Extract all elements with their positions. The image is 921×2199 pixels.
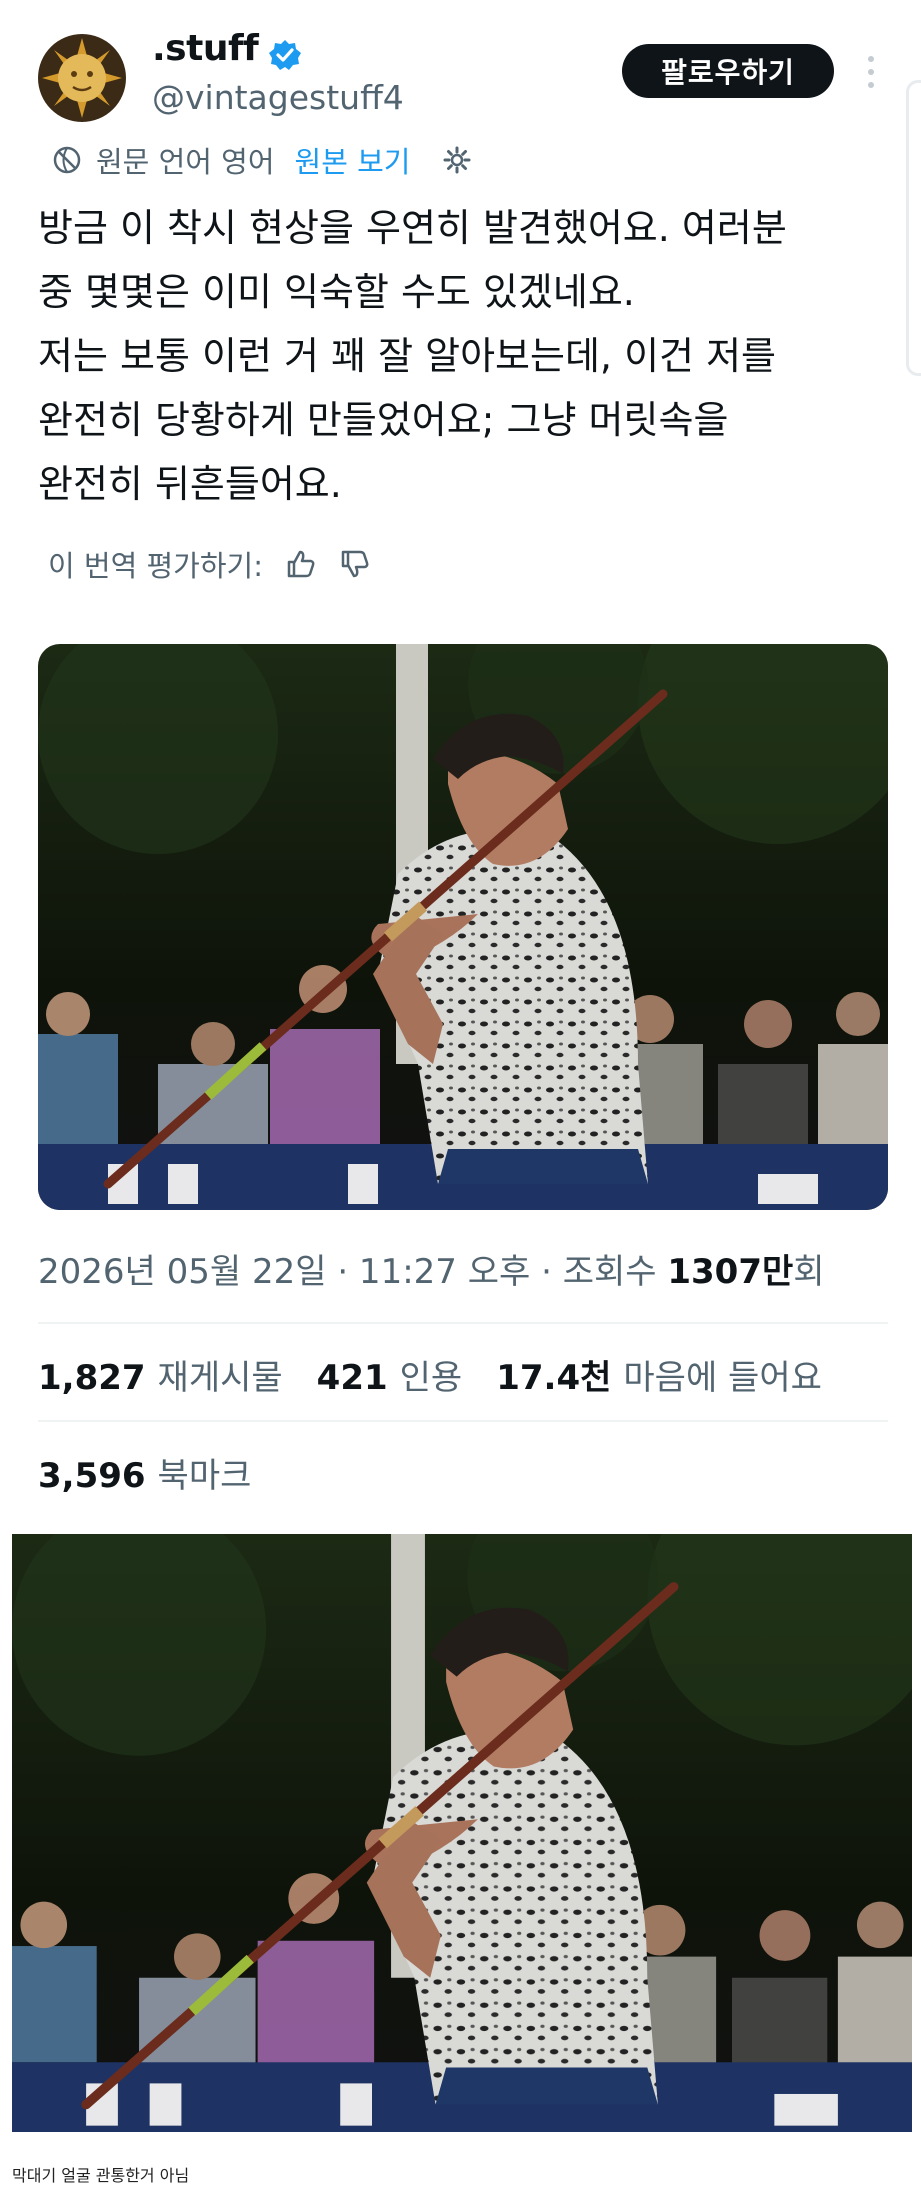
handle[interactable]: @vintagestuff4 (152, 78, 404, 117)
bookmarks-label: 북마크 (157, 1456, 252, 1496)
reposts-label: 재게시물 (157, 1358, 283, 1398)
scrollbar[interactable] (906, 80, 921, 376)
tweet-image[interactable] (38, 644, 888, 1210)
follow-button[interactable]: 팔로우하기 (622, 44, 834, 98)
attached-image (12, 1534, 912, 2132)
rate-translation-label: 이 번역 평가하기: (48, 549, 263, 583)
quotes-count: 421 (316, 1358, 388, 1398)
likes-label: 마음에 들어요 (623, 1358, 822, 1398)
bookmarks-count: 3,596 (38, 1456, 146, 1496)
avatar[interactable] (38, 34, 126, 122)
display-name[interactable]: .stuff (152, 28, 259, 69)
reposts-count: 1,827 (38, 1358, 146, 1398)
reposts-stat[interactable]: 1,827 재게시물 (38, 1350, 283, 1399)
engagement-stats: 1,827 재게시물 421 인용 17.4천 마음에 들어요 (38, 1350, 822, 1399)
show-original-link[interactable]: 원본 보기 (295, 139, 411, 181)
image-caption: 막대기 얼굴 관통한거 아님 (12, 2166, 190, 2185)
rate-translation: 이 번역 평가하기: (48, 544, 371, 584)
divider (38, 1322, 888, 1324)
view-count-unit: 회 (793, 1252, 825, 1292)
thumbs-up-icon[interactable] (285, 548, 317, 580)
translation-language-label: 원문 언어 영어 (96, 145, 275, 179)
gear-icon[interactable] (442, 145, 472, 175)
more-icon[interactable] (866, 54, 876, 90)
verified-badge-icon (268, 38, 302, 72)
bookmarks-stat[interactable]: 3,596 북마크 (38, 1448, 251, 1497)
globe-translate-icon (53, 146, 81, 174)
likes-stat[interactable]: 17.4천 마음에 들어요 (496, 1350, 822, 1399)
translation-notice: 원문 언어 영어 원본 보기 (50, 140, 472, 180)
divider (38, 1420, 888, 1422)
view-count: 1307만 (667, 1252, 794, 1292)
likes-count: 17.4천 (496, 1358, 612, 1398)
quotes-label: 인용 (399, 1358, 463, 1398)
quotes-stat[interactable]: 421 인용 (317, 1350, 463, 1399)
timestamp-text: 2026년 05월 22일 · 11:27 오후 · 조회수 (38, 1252, 668, 1292)
tweet-timestamp[interactable]: 2026년 05월 22일 · 11:27 오후 · 조회수 1307만회 (38, 1244, 825, 1293)
thumbs-down-icon[interactable] (339, 548, 371, 580)
tweet-text: 방금 이 착시 현상을 우연히 발견했어요. 여러분 중 몇몇은 이미 익숙할 … (38, 206, 787, 506)
